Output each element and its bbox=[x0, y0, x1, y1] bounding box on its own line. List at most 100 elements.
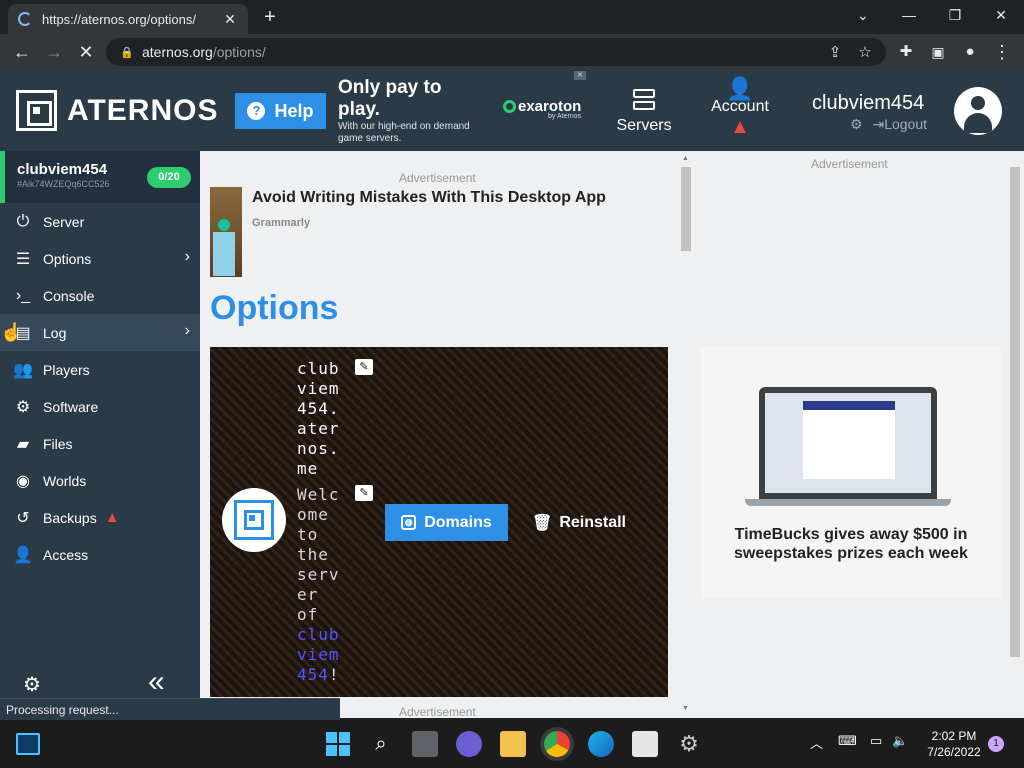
settings-app-icon[interactable]: ⚙ bbox=[676, 731, 702, 757]
url-host: aternos.org bbox=[142, 44, 213, 60]
sidebar-item-worlds[interactable]: ◉ Worlds bbox=[0, 462, 200, 499]
sidebar-item-label: Console bbox=[43, 287, 95, 304]
settings-gear-icon[interactable]: ⚙ bbox=[850, 116, 863, 132]
reinstall-label: Reinstall bbox=[559, 513, 626, 531]
server-info-panel: club viem 454. ater nos. me ✎ Welc ome t… bbox=[210, 347, 668, 697]
sidebar-item-console[interactable]: ›_ Console bbox=[0, 277, 200, 314]
server-icon[interactable] bbox=[222, 488, 286, 552]
sidebar-item-log[interactable]: ▤ Log › bbox=[0, 314, 200, 351]
clock-date: 7/26/2022 bbox=[927, 745, 981, 759]
globe-icon: ◍ bbox=[401, 515, 417, 530]
minimize-button[interactable]: — bbox=[886, 0, 932, 30]
new-tab-button[interactable]: + bbox=[258, 6, 282, 28]
tray-chevron-icon[interactable]: ︿ bbox=[810, 733, 823, 752]
extensions-icon[interactable]: ✚ bbox=[894, 40, 918, 64]
teams-chat-icon[interactable] bbox=[456, 731, 482, 757]
logo-text: ATERNOS bbox=[67, 93, 219, 127]
chevron-right-icon: › bbox=[184, 248, 190, 265]
forward-button[interactable]: → bbox=[42, 40, 66, 64]
sidebar-item-software[interactable]: ⚙ Software bbox=[0, 388, 200, 425]
ad-thumbnail bbox=[210, 187, 242, 277]
right-scroll-thumb[interactable] bbox=[1010, 167, 1020, 657]
window-close-button[interactable]: ✕ bbox=[978, 0, 1024, 30]
sidebar-item-players[interactable]: 👥 Players bbox=[0, 351, 200, 388]
browser-tab[interactable]: https://aternos.org/options/ ✕ bbox=[8, 4, 248, 34]
microsoft-store-icon[interactable] bbox=[632, 731, 658, 757]
servers-label: Servers bbox=[616, 117, 672, 134]
sidebar-item-label: Players bbox=[43, 361, 90, 378]
grammarly-ad[interactable]: Avoid Writing Mistakes With This Desktop… bbox=[210, 187, 680, 277]
url-path: /options/ bbox=[212, 44, 266, 60]
ad-label-top: Advertisement bbox=[399, 171, 476, 185]
exaroton-logo-icon bbox=[503, 100, 516, 113]
history-icon: ↺ bbox=[16, 509, 30, 527]
main-scroll-thumb[interactable] bbox=[681, 167, 691, 251]
timebucks-ad[interactable]: TimeBucks gives away $500 in sweepstakes… bbox=[701, 347, 1001, 598]
system-clock[interactable]: 2:02 PM 7/26/2022 bbox=[918, 728, 990, 760]
stop-loading-button[interactable]: ✕ bbox=[74, 40, 98, 64]
header-username[interactable]: clubviem454 bbox=[812, 92, 924, 115]
avatar[interactable] bbox=[954, 87, 1002, 135]
address-bar[interactable]: 🔒 aternos.org/options/ ⇪ ☆ bbox=[106, 38, 886, 66]
sidebar-item-label: Software bbox=[43, 398, 99, 415]
ad-close-icon[interactable]: ✕ bbox=[574, 71, 586, 80]
lock-icon: 🔒 bbox=[120, 46, 134, 59]
logout-link[interactable]: ⇥Logout bbox=[872, 116, 927, 132]
side-panel-icon[interactable]: ▣ bbox=[926, 40, 950, 64]
server-motd: Welc ome to the serv er of club viem 454… bbox=[297, 485, 340, 685]
restore-button[interactable]: ❐ bbox=[932, 0, 978, 30]
network-icon[interactable]: ▭ bbox=[870, 733, 882, 749]
volume-icon[interactable]: 🔈 bbox=[892, 733, 908, 749]
page-title: Options bbox=[210, 289, 339, 327]
windows-start-icon[interactable] bbox=[325, 731, 351, 757]
sidebar-item-backups[interactable]: ↺ Backups ▲ bbox=[0, 499, 200, 536]
sidebar-item-access[interactable]: 👤 Access bbox=[0, 536, 200, 573]
sidebar: clubviem454 #Aik74WZEQq6CC526 0/20 ⏻ Ser… bbox=[0, 151, 200, 698]
edge-icon[interactable] bbox=[588, 731, 614, 757]
widgets-icon[interactable] bbox=[16, 733, 40, 755]
edit-motd-icon[interactable]: ✎ bbox=[355, 485, 373, 501]
ad-subtext: With our high-end on demand game servers… bbox=[338, 121, 470, 144]
sidebar-item-label: Access bbox=[43, 546, 89, 563]
sidebar-settings-gear-icon[interactable]: ⚙ bbox=[23, 672, 41, 697]
share-icon[interactable]: ⇪ bbox=[824, 42, 846, 64]
user-actions: ⚙ ⇥Logout bbox=[850, 116, 927, 133]
task-view-icon[interactable] bbox=[412, 731, 438, 757]
clock-time: 2:02 PM bbox=[931, 729, 977, 743]
sidebar-item-server[interactable]: ⏻ Server bbox=[0, 203, 200, 240]
aternos-logo[interactable]: ATERNOS bbox=[16, 90, 218, 131]
status-bubble: Processing request... bbox=[0, 698, 340, 720]
scroll-up-icon[interactable]: ▲ bbox=[682, 155, 689, 162]
sidebar-item-options[interactable]: ☰ Options › bbox=[0, 240, 200, 277]
chrome-icon[interactable] bbox=[544, 731, 570, 757]
search-icon[interactable]: ⌕ bbox=[368, 731, 394, 757]
domains-label: Domains bbox=[424, 513, 492, 531]
scroll-down-icon[interactable]: ▼ bbox=[682, 705, 689, 712]
server-id: #Aik74WZEQq6CC526 bbox=[17, 179, 110, 189]
file-explorer-icon[interactable] bbox=[500, 731, 526, 757]
domains-button[interactable]: ◍ Domains bbox=[385, 504, 508, 541]
help-button[interactable]: ? Help bbox=[235, 93, 326, 129]
tab-search-icon[interactable]: ⌄ bbox=[840, 0, 886, 30]
servers-nav[interactable]: Servers bbox=[604, 70, 684, 151]
menu-icon[interactable]: ⋮ bbox=[990, 40, 1014, 64]
notification-badge[interactable]: 1 bbox=[988, 736, 1004, 752]
collapse-sidebar-icon[interactable]: « bbox=[148, 665, 165, 699]
sidebar-item-label: Log bbox=[43, 324, 67, 341]
motd-text: Welc ome to the serv er of bbox=[297, 485, 340, 624]
profile-icon[interactable]: ● bbox=[958, 40, 982, 64]
browser-toolbar: ← → ✕ 🔒 aternos.org/options/ ⇪ ☆ ✚ ▣ ● ⋮ bbox=[0, 34, 1024, 70]
checkmark-icon bbox=[218, 219, 230, 231]
ad-brand: Grammarly bbox=[252, 217, 311, 229]
account-nav[interactable]: 👤 Account ▲ bbox=[700, 70, 780, 151]
bookmark-star-icon[interactable]: ☆ bbox=[854, 42, 876, 64]
keyboard-icon[interactable]: ⌨ bbox=[838, 733, 857, 749]
back-button[interactable]: ← bbox=[10, 40, 34, 64]
tab-close-icon[interactable]: ✕ bbox=[222, 11, 238, 28]
loading-spinner-icon bbox=[18, 12, 32, 26]
exaroton-ad-banner[interactable]: Only pay to play. With our high-end on d… bbox=[328, 70, 590, 151]
sidebar-item-files[interactable]: ▰ Files bbox=[0, 425, 200, 462]
server-card[interactable]: clubviem454 #Aik74WZEQq6CC526 0/20 bbox=[0, 151, 200, 203]
edit-address-icon[interactable]: ✎ bbox=[355, 359, 373, 375]
reinstall-button[interactable]: 🗑 Reinstall bbox=[532, 504, 642, 541]
